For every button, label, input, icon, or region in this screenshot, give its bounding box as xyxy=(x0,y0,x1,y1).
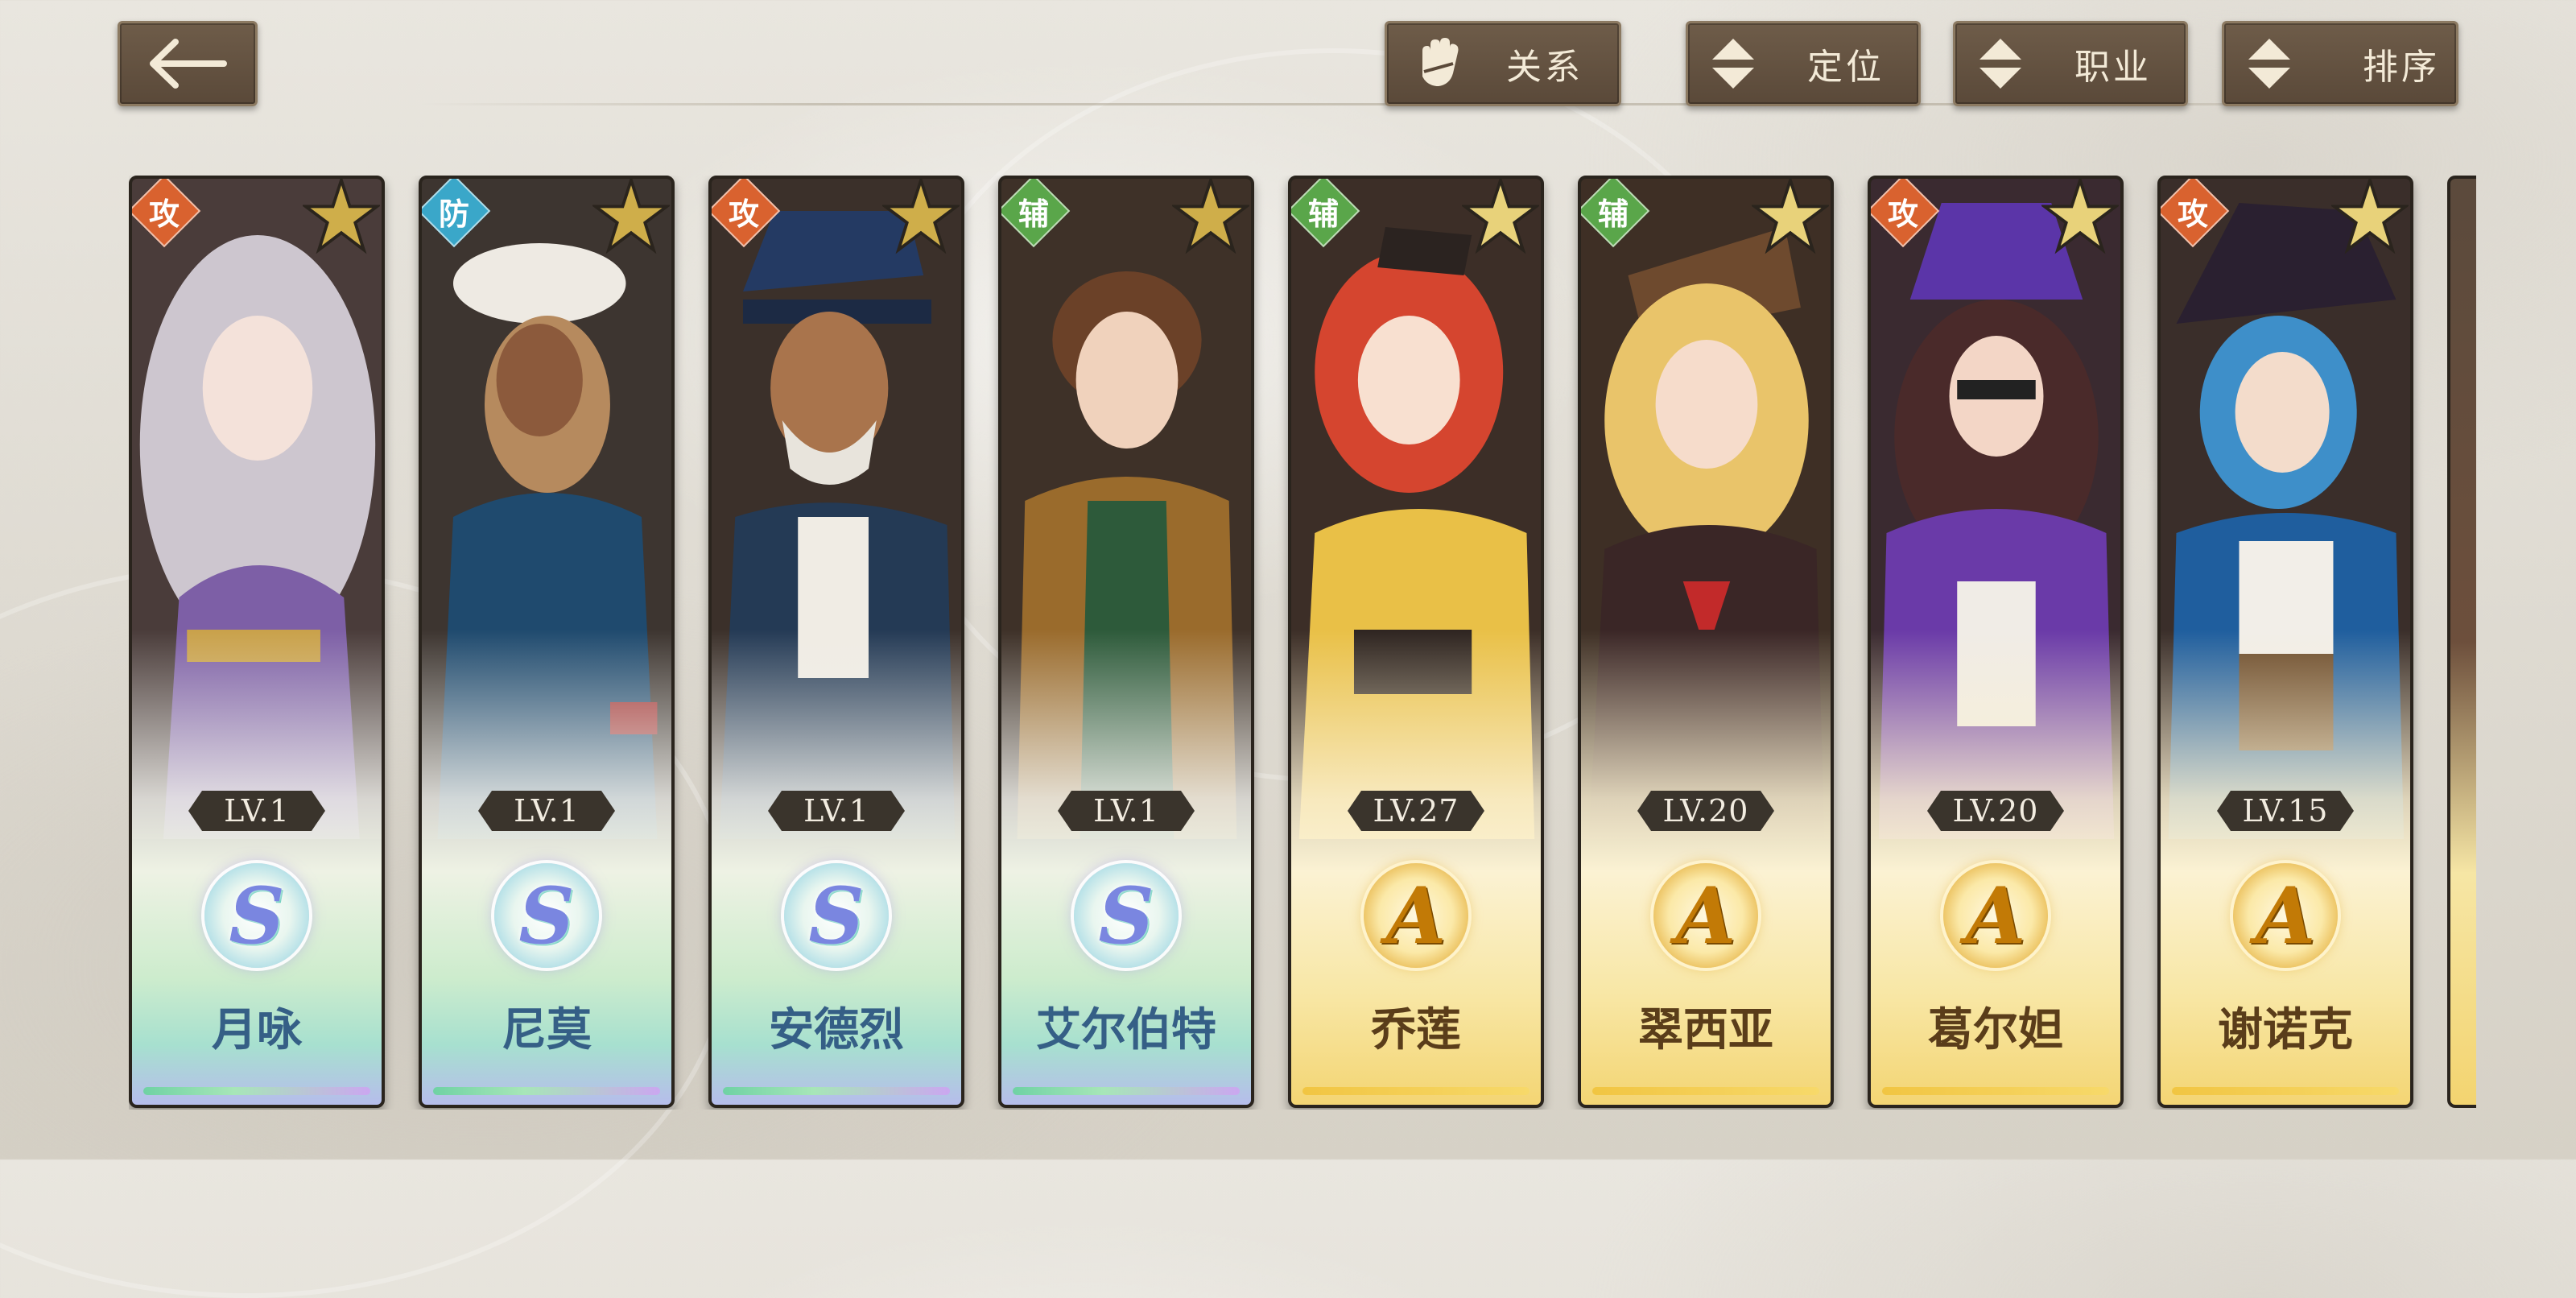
level-badge: LV.20 xyxy=(1637,791,1774,831)
character-card[interactable]: 攻 LV.1 S 月咏 xyxy=(129,176,385,1108)
card-bar xyxy=(723,1087,950,1095)
character-card[interactable]: 攻 LV.15 A 谢诺克 xyxy=(2157,176,2413,1108)
level-badge: LV.15 xyxy=(2217,791,2354,831)
character-name: 月咏 xyxy=(212,1004,302,1056)
character-card-list: 攻 LV.1 S 月咏 防 LV.1 S 尼莫 攻 LV.1 S 安德烈 辅 L… xyxy=(129,176,2479,1110)
character-name: 葛尔妲 xyxy=(1928,1004,2063,1056)
star-icon xyxy=(1752,179,1829,254)
class-filter-label: 职业 xyxy=(2074,47,2152,88)
sort-arrows-icon xyxy=(2248,39,2290,89)
character-card[interactable]: 攻 LV.20 A 葛尔妲 xyxy=(1868,176,2124,1108)
level-badge: LV.1 xyxy=(1058,791,1195,831)
rank-medal-icon: A xyxy=(1943,863,2048,968)
role-label: 攻 xyxy=(728,196,759,232)
relation-filter-label: 关系 xyxy=(1506,47,1583,88)
rank-medal-icon: S xyxy=(204,863,309,968)
rank-medal-icon: A xyxy=(2233,863,2338,968)
rank-medal-icon: A xyxy=(1653,863,1758,968)
star-icon xyxy=(2041,179,2119,254)
rank-medal-icon: S xyxy=(1074,863,1179,968)
card-bar xyxy=(433,1087,660,1095)
role-label: 辅 xyxy=(1018,196,1049,232)
sort-arrows-icon xyxy=(1979,39,2021,89)
character-name: 艾尔伯特 xyxy=(1036,1004,1216,1056)
role-label: 攻 xyxy=(148,196,180,232)
character-card[interactable]: 辅 LV.1 S 艾尔伯特 xyxy=(998,176,1254,1108)
level-badge: LV.1 xyxy=(768,791,905,831)
character-name: 谢诺克 xyxy=(2218,1004,2353,1056)
character-card[interactable]: 辅 LV.20 A 翠西亚 xyxy=(1578,176,1834,1108)
rank-medal-icon: S xyxy=(784,863,889,968)
back-arrow-icon xyxy=(150,39,227,89)
role-label: 攻 xyxy=(2177,196,2208,232)
position-filter-label: 定位 xyxy=(1807,47,1885,88)
level-badge: LV.27 xyxy=(1348,791,1484,831)
relation-filter-button[interactable]: 关系 xyxy=(1385,21,1621,106)
next-card-peek[interactable] xyxy=(2447,176,2476,1108)
character-card[interactable]: 辅 LV.27 A 乔莲 xyxy=(1288,176,1544,1108)
character-name: 安德烈 xyxy=(769,1004,904,1056)
card-bar xyxy=(1302,1087,1530,1095)
star-icon xyxy=(2331,179,2409,254)
star-icon xyxy=(1462,179,1539,254)
card-bar xyxy=(1592,1087,1819,1095)
glove-icon xyxy=(1422,38,1459,86)
back-button[interactable] xyxy=(118,21,258,106)
sort-filter-label: 排序 xyxy=(2363,47,2440,88)
position-filter-button[interactable]: 定位 xyxy=(1686,21,1921,106)
star-icon xyxy=(882,179,960,254)
level-badge: LV.1 xyxy=(188,791,325,831)
card-bar xyxy=(1013,1087,1240,1095)
role-label: 攻 xyxy=(1887,196,1918,232)
character-card[interactable]: 攻 LV.1 S 安德烈 xyxy=(708,176,964,1108)
role-label: 辅 xyxy=(1307,196,1339,232)
level-badge: LV.1 xyxy=(478,791,615,831)
character-name: 翠西亚 xyxy=(1638,1004,1773,1056)
card-bar xyxy=(143,1087,370,1095)
sort-filter-button[interactable]: 排序 xyxy=(2222,21,2458,106)
character-card[interactable]: 防 LV.1 S 尼莫 xyxy=(419,176,675,1108)
star-icon xyxy=(592,179,670,254)
star-icon xyxy=(1172,179,1249,254)
character-name: 尼莫 xyxy=(502,1004,592,1056)
card-bar xyxy=(1882,1087,2109,1095)
sort-arrows-icon xyxy=(1712,39,1754,89)
rank-medal-icon: A xyxy=(1364,863,1468,968)
level-badge: LV.20 xyxy=(1927,791,2064,831)
character-name: 乔莲 xyxy=(1371,1004,1461,1056)
role-label: 辅 xyxy=(1597,196,1629,232)
role-label: 防 xyxy=(438,196,469,232)
class-filter-button[interactable]: 职业 xyxy=(1953,21,2188,106)
star-icon xyxy=(303,179,380,254)
card-bar xyxy=(2172,1087,2399,1095)
rank-medal-icon: S xyxy=(494,863,599,968)
